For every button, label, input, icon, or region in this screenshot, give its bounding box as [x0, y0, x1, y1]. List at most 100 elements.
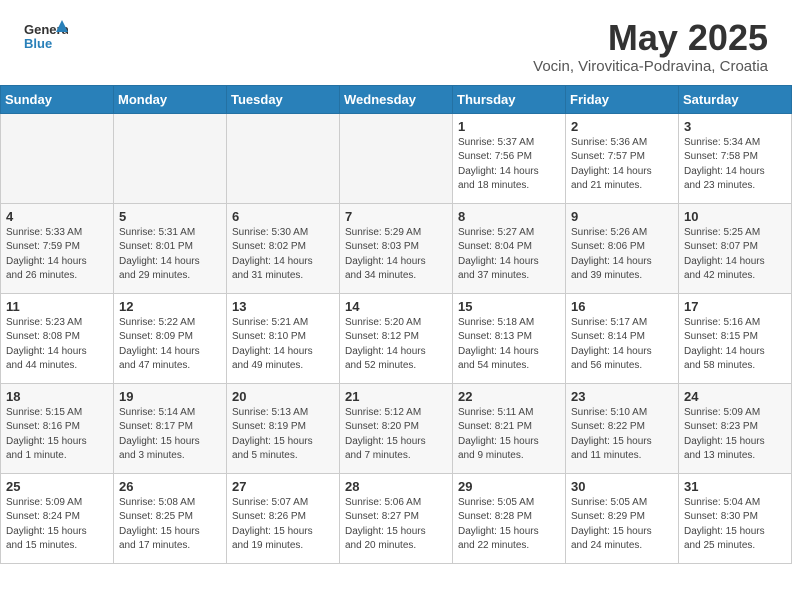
calendar-week-row: 4 Sunrise: 5:33 AM Sunset: 7:59 PM Daylig…	[1, 203, 792, 293]
day-info: Sunrise: 5:34 AM Sunset: 7:58 PM Dayligh…	[684, 136, 786, 194]
calendar-day-cell: 20 Sunrise: 5:13 AM Sunset: 8:19 PM Dayli…	[227, 383, 340, 473]
calendar-day-cell: 11 Sunrise: 5:23 AM Sunset: 8:08 PM Dayli…	[1, 293, 114, 383]
calendar-day-cell: 22Sunrise: 5:11 AM Sunset: 8:21 PM Dayli…	[453, 383, 566, 473]
day-info: Sunrise: 5:30 AM Sunset: 8:02 PM Dayligh…	[232, 226, 334, 284]
day-info: Sunrise: 5:25 AM Sunset: 8:07 PM Dayligh…	[684, 226, 786, 284]
day-number: 11	[6, 299, 108, 314]
day-number: 15	[458, 299, 560, 314]
calendar-day-cell	[340, 113, 453, 203]
day-number: 14	[345, 299, 447, 314]
day-info: Sunrise: 5:26 AM Sunset: 8:06 PM Dayligh…	[571, 226, 673, 284]
day-number: 1	[458, 119, 560, 134]
day-info: Sunrise: 5:18 AM Sunset: 8:13 PM Dayligh…	[458, 316, 560, 374]
calendar-day-cell: 3 Sunrise: 5:34 AM Sunset: 7:58 PM Daylig…	[679, 113, 792, 203]
calendar-day-cell: 24 Sunrise: 5:09 AM Sunset: 8:23 PM Dayli…	[679, 383, 792, 473]
calendar-day-cell: 6 Sunrise: 5:30 AM Sunset: 8:02 PM Daylig…	[227, 203, 340, 293]
day-number: 5	[119, 209, 221, 224]
day-number: 30	[571, 479, 673, 494]
calendar-day-cell: 5 Sunrise: 5:31 AM Sunset: 8:01 PM Daylig…	[114, 203, 227, 293]
calendar-day-cell: 2 Sunrise: 5:36 AM Sunset: 7:57 PM Daylig…	[566, 113, 679, 203]
calendar-day-cell	[227, 113, 340, 203]
day-number: 22	[458, 389, 560, 404]
day-number: 20	[232, 389, 334, 404]
day-info: Sunrise: 5:14 AM Sunset: 8:17 PM Dayligh…	[119, 406, 221, 464]
day-info: Sunrise: 5:05 AM Sunset: 8:29 PM Dayligh…	[571, 496, 673, 554]
page-header: General Blue May 2025 Vocin, Virovitica-…	[0, 0, 792, 85]
calendar-day-cell: 14 Sunrise: 5:20 AM Sunset: 8:12 PM Dayli…	[340, 293, 453, 383]
day-info: Sunrise: 5:08 AM Sunset: 8:25 PM Dayligh…	[119, 496, 221, 554]
day-number: 29	[458, 479, 560, 494]
calendar-day-cell: 19Sunrise: 5:14 AM Sunset: 8:17 PM Dayli…	[114, 383, 227, 473]
calendar-day-cell: 12 Sunrise: 5:22 AM Sunset: 8:09 PM Dayli…	[114, 293, 227, 383]
day-info: Sunrise: 5:09 AM Sunset: 8:24 PM Dayligh…	[6, 496, 108, 554]
calendar-day-cell: 4 Sunrise: 5:33 AM Sunset: 7:59 PM Daylig…	[1, 203, 114, 293]
calendar-day-cell: 1 Sunrise: 5:37 AM Sunset: 7:56 PM Daylig…	[453, 113, 566, 203]
weekday-header-saturday: Saturday	[679, 85, 792, 113]
month-year-title: May 2025	[533, 18, 768, 58]
weekday-header-monday: Monday	[114, 85, 227, 113]
day-info: Sunrise: 5:20 AM Sunset: 8:12 PM Dayligh…	[345, 316, 447, 374]
day-number: 25	[6, 479, 108, 494]
day-number: 31	[684, 479, 786, 494]
day-info: Sunrise: 5:37 AM Sunset: 7:56 PM Dayligh…	[458, 136, 560, 194]
weekday-header-thursday: Thursday	[453, 85, 566, 113]
calendar-day-cell: 15 Sunrise: 5:18 AM Sunset: 8:13 PM Dayli…	[453, 293, 566, 383]
day-info: Sunrise: 5:22 AM Sunset: 8:09 PM Dayligh…	[119, 316, 221, 374]
calendar-day-cell: 31 Sunrise: 5:04 AM Sunset: 8:30 PM Dayli…	[679, 473, 792, 563]
day-info: Sunrise: 5:17 AM Sunset: 8:14 PM Dayligh…	[571, 316, 673, 374]
calendar-day-cell: 10Sunrise: 5:25 AM Sunset: 8:07 PM Dayli…	[679, 203, 792, 293]
calendar-day-cell: 25 Sunrise: 5:09 AM Sunset: 8:24 PM Dayli…	[1, 473, 114, 563]
calendar-day-cell: 28 Sunrise: 5:06 AM Sunset: 8:27 PM Dayli…	[340, 473, 453, 563]
day-info: Sunrise: 5:16 AM Sunset: 8:15 PM Dayligh…	[684, 316, 786, 374]
calendar-week-row: 11 Sunrise: 5:23 AM Sunset: 8:08 PM Dayli…	[1, 293, 792, 383]
day-number: 26	[119, 479, 221, 494]
weekday-header-wednesday: Wednesday	[340, 85, 453, 113]
day-number: 2	[571, 119, 673, 134]
day-number: 6	[232, 209, 334, 224]
calendar-day-cell: 23 Sunrise: 5:10 AM Sunset: 8:22 PM Dayli…	[566, 383, 679, 473]
weekday-header-friday: Friday	[566, 85, 679, 113]
day-number: 16	[571, 299, 673, 314]
day-info: Sunrise: 5:29 AM Sunset: 8:03 PM Dayligh…	[345, 226, 447, 284]
calendar-table: SundayMondayTuesdayWednesdayThursdayFrid…	[0, 85, 792, 564]
day-number: 12	[119, 299, 221, 314]
calendar-day-cell: 7 Sunrise: 5:29 AM Sunset: 8:03 PM Daylig…	[340, 203, 453, 293]
day-info: Sunrise: 5:36 AM Sunset: 7:57 PM Dayligh…	[571, 136, 673, 194]
day-info: Sunrise: 5:31 AM Sunset: 8:01 PM Dayligh…	[119, 226, 221, 284]
day-number: 17	[684, 299, 786, 314]
day-number: 7	[345, 209, 447, 224]
day-info: Sunrise: 5:04 AM Sunset: 8:30 PM Dayligh…	[684, 496, 786, 554]
day-info: Sunrise: 5:06 AM Sunset: 8:27 PM Dayligh…	[345, 496, 447, 554]
calendar-day-cell: 29 Sunrise: 5:05 AM Sunset: 8:28 PM Dayli…	[453, 473, 566, 563]
day-number: 24	[684, 389, 786, 404]
day-info: Sunrise: 5:23 AM Sunset: 8:08 PM Dayligh…	[6, 316, 108, 374]
day-number: 23	[571, 389, 673, 404]
day-info: Sunrise: 5:27 AM Sunset: 8:04 PM Dayligh…	[458, 226, 560, 284]
calendar-day-cell: 13Sunrise: 5:21 AM Sunset: 8:10 PM Dayli…	[227, 293, 340, 383]
day-number: 27	[232, 479, 334, 494]
day-number: 4	[6, 209, 108, 224]
day-number: 8	[458, 209, 560, 224]
day-info: Sunrise: 5:05 AM Sunset: 8:28 PM Dayligh…	[458, 496, 560, 554]
day-info: Sunrise: 5:07 AM Sunset: 8:26 PM Dayligh…	[232, 496, 334, 554]
day-number: 28	[345, 479, 447, 494]
day-info: Sunrise: 5:13 AM Sunset: 8:19 PM Dayligh…	[232, 406, 334, 464]
day-info: Sunrise: 5:33 AM Sunset: 7:59 PM Dayligh…	[6, 226, 108, 284]
day-number: 18	[6, 389, 108, 404]
calendar-day-cell: 18Sunrise: 5:15 AM Sunset: 8:16 PM Dayli…	[1, 383, 114, 473]
calendar-day-cell: 26 Sunrise: 5:08 AM Sunset: 8:25 PM Dayli…	[114, 473, 227, 563]
calendar-week-row: 25 Sunrise: 5:09 AM Sunset: 8:24 PM Dayli…	[1, 473, 792, 563]
day-info: Sunrise: 5:09 AM Sunset: 8:23 PM Dayligh…	[684, 406, 786, 464]
day-number: 21	[345, 389, 447, 404]
calendar-week-row: 18Sunrise: 5:15 AM Sunset: 8:16 PM Dayli…	[1, 383, 792, 473]
day-number: 13	[232, 299, 334, 314]
calendar-week-row: 1 Sunrise: 5:37 AM Sunset: 7:56 PM Daylig…	[1, 113, 792, 203]
day-info: Sunrise: 5:10 AM Sunset: 8:22 PM Dayligh…	[571, 406, 673, 464]
calendar-day-cell: 16 Sunrise: 5:17 AM Sunset: 8:14 PM Dayli…	[566, 293, 679, 383]
calendar-day-cell: 8 Sunrise: 5:27 AM Sunset: 8:04 PM Daylig…	[453, 203, 566, 293]
calendar-day-cell: 9Sunrise: 5:26 AM Sunset: 8:06 PM Daylig…	[566, 203, 679, 293]
day-number: 3	[684, 119, 786, 134]
logo: General Blue	[24, 18, 68, 54]
weekday-header-sunday: Sunday	[1, 85, 114, 113]
logo-icon: General Blue	[24, 18, 68, 54]
